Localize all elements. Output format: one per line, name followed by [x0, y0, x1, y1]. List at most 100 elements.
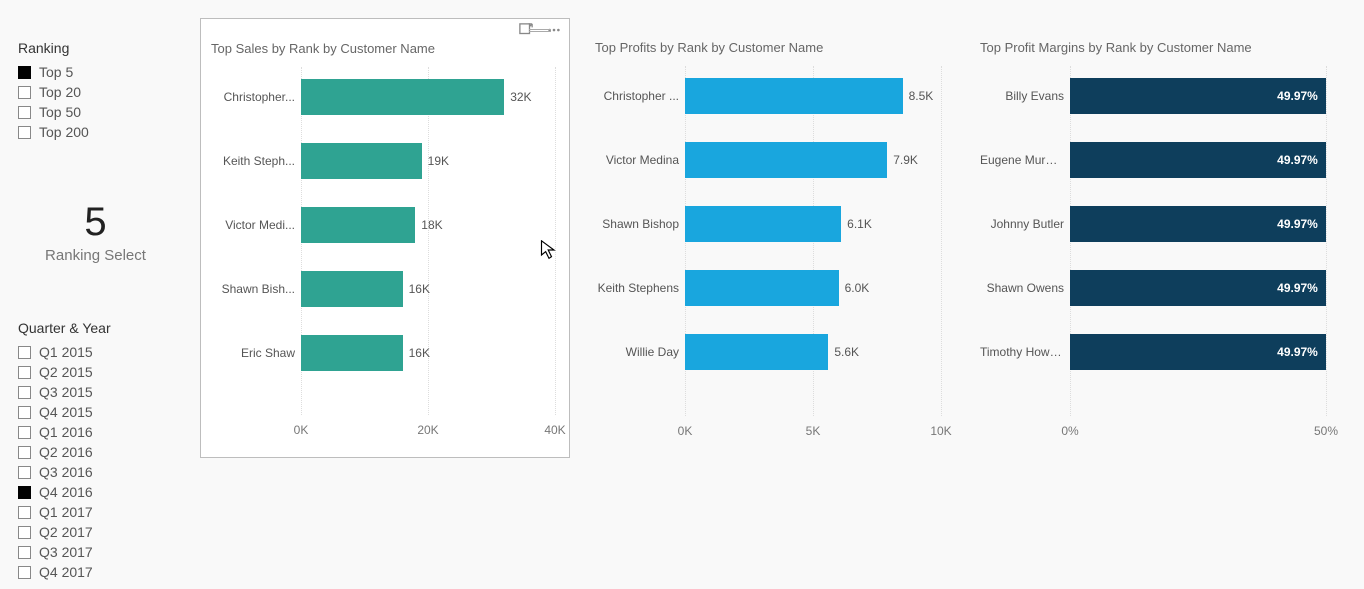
- checkbox-icon: [18, 546, 31, 559]
- y-axis-label: Christopher ...: [595, 89, 685, 103]
- y-axis-label: Shawn Owens: [980, 281, 1070, 295]
- bar-track: 49.97%: [1070, 202, 1326, 246]
- quarter-option[interactable]: Q2 2015: [18, 362, 188, 382]
- bar[interactable]: [301, 79, 504, 115]
- x-tick-label: 0%: [1061, 424, 1078, 438]
- bar-track: 7.9K: [685, 138, 941, 182]
- card-label: Ranking Select: [18, 247, 173, 264]
- bar[interactable]: [685, 206, 841, 242]
- bar-track: 16K: [301, 331, 555, 375]
- bar-track: 6.1K: [685, 202, 941, 246]
- bar[interactable]: [685, 334, 828, 370]
- chart-visual[interactable]: Top Profit Margins by Rank by Customer N…: [970, 18, 1340, 458]
- bar[interactable]: [685, 78, 903, 114]
- x-tick-label: 0K: [678, 424, 693, 438]
- chart-visual[interactable]: Top Profits by Rank by Customer Name Chri…: [585, 18, 955, 458]
- mouse-cursor-icon: [540, 240, 558, 260]
- bar[interactable]: [685, 270, 839, 306]
- x-axis: 0K20K40K: [301, 423, 555, 443]
- quarter-option[interactable]: Q1 2015: [18, 342, 188, 362]
- data-label: 49.97%: [1277, 89, 1318, 103]
- checkbox-icon: [18, 406, 31, 419]
- y-axis-label: Willie Day: [595, 345, 685, 359]
- x-tick-label: 40K: [544, 423, 565, 437]
- ranking-option[interactable]: Top 5: [18, 62, 188, 82]
- bar[interactable]: 49.97%: [1070, 206, 1326, 242]
- checkbox-icon: [18, 566, 31, 579]
- quarter-option[interactable]: Q3 2015: [18, 382, 188, 402]
- quarter-label: Q2 2016: [39, 442, 93, 462]
- chart-area: Top Sales by Rank by Customer NameChrist…: [200, 18, 1346, 571]
- y-axis-label: Keith Steph...: [211, 154, 301, 168]
- bar-row: Christopher ...8.5K: [595, 74, 941, 118]
- checkbox-icon: [18, 366, 31, 379]
- bar-track: 49.97%: [1070, 330, 1326, 374]
- checkbox-icon: [18, 486, 31, 499]
- ranking-option[interactable]: Top 20: [18, 82, 188, 102]
- data-label: 49.97%: [1277, 281, 1318, 295]
- bar-row: Timothy Howard 49.97%: [980, 330, 1326, 374]
- quarter-label: Q1 2015: [39, 342, 93, 362]
- bar-track: 49.97%: [1070, 74, 1326, 118]
- quarter-option[interactable]: Q2 2017: [18, 522, 188, 542]
- checkbox-icon: [18, 446, 31, 459]
- quarter-label: Q4 2015: [39, 402, 93, 422]
- bar[interactable]: 49.97%: [1070, 142, 1326, 178]
- data-label: 49.97%: [1277, 345, 1318, 359]
- quarter-option[interactable]: Q4 2015: [18, 402, 188, 422]
- quarter-option[interactable]: Q1 2017: [18, 502, 188, 522]
- chart-plot: Billy Evans49.97%Eugene Murphy49.97%John…: [980, 66, 1326, 416]
- bar-row: Eric Shaw16K: [211, 331, 555, 375]
- quarter-option[interactable]: Q3 2016: [18, 462, 188, 482]
- chart-title: Top Profit Margins by Rank by Customer N…: [970, 18, 1340, 59]
- drag-handle-icon[interactable]: [529, 29, 551, 32]
- quarter-option[interactable]: Q4 2017: [18, 562, 188, 582]
- y-axis-label: Timothy Howard: [980, 345, 1070, 359]
- checkbox-icon: [18, 346, 31, 359]
- quarter-label: Q2 2015: [39, 362, 93, 382]
- data-label: 19K: [428, 154, 449, 168]
- data-label: 18K: [421, 218, 442, 232]
- quarter-label: Q4 2016: [39, 482, 93, 502]
- bar-track: 19K: [301, 139, 555, 183]
- chart-title: Top Profits by Rank by Customer Name: [585, 18, 955, 59]
- chart-visual[interactable]: Top Sales by Rank by Customer NameChrist…: [200, 18, 570, 458]
- y-axis-label: Keith Stephens: [595, 281, 685, 295]
- ranking-label: Top 5: [39, 62, 73, 82]
- gridline: [941, 66, 942, 416]
- bar-track: 8.5K: [685, 74, 941, 118]
- ranking-slicer-items: Top 5Top 20Top 50Top 200: [18, 62, 188, 142]
- bar[interactable]: [301, 271, 403, 307]
- x-axis: 0%50%: [1070, 424, 1326, 444]
- bar-row: Keith Steph... 19K: [211, 139, 555, 183]
- data-label: 16K: [409, 346, 430, 360]
- card-value: 5: [18, 200, 173, 245]
- bar[interactable]: [301, 143, 422, 179]
- quarter-option[interactable]: Q2 2016: [18, 442, 188, 462]
- checkbox-icon: [18, 526, 31, 539]
- data-label: 49.97%: [1277, 217, 1318, 231]
- x-tick-label: 10K: [930, 424, 951, 438]
- quarter-slicer-items: Q1 2015Q2 2015Q3 2015Q4 2015Q1 2016Q2 20…: [18, 342, 188, 582]
- quarter-slicer: Quarter & Year Q1 2015Q2 2015Q3 2015Q4 2…: [18, 320, 188, 582]
- quarter-option[interactable]: Q4 2016: [18, 482, 188, 502]
- bar[interactable]: 49.97%: [1070, 334, 1326, 370]
- checkbox-icon: [18, 126, 31, 139]
- checkbox-icon: [18, 506, 31, 519]
- bar-track: 18K: [301, 203, 555, 247]
- bar[interactable]: 49.97%: [1070, 270, 1326, 306]
- quarter-option[interactable]: Q3 2017: [18, 542, 188, 562]
- bar[interactable]: [301, 335, 403, 371]
- bar[interactable]: [301, 207, 415, 243]
- ranking-option[interactable]: Top 200: [18, 122, 188, 142]
- quarter-slicer-title: Quarter & Year: [18, 320, 188, 336]
- ranking-slicer-title: Ranking: [18, 40, 188, 56]
- bar[interactable]: [685, 142, 887, 178]
- quarter-option[interactable]: Q1 2016: [18, 422, 188, 442]
- bar-track: 5.6K: [685, 330, 941, 374]
- y-axis-label: Victor Medina: [595, 153, 685, 167]
- y-axis-label: Billy Evans: [980, 89, 1070, 103]
- x-tick-label: 50%: [1314, 424, 1338, 438]
- bar[interactable]: 49.97%: [1070, 78, 1326, 114]
- ranking-option[interactable]: Top 50: [18, 102, 188, 122]
